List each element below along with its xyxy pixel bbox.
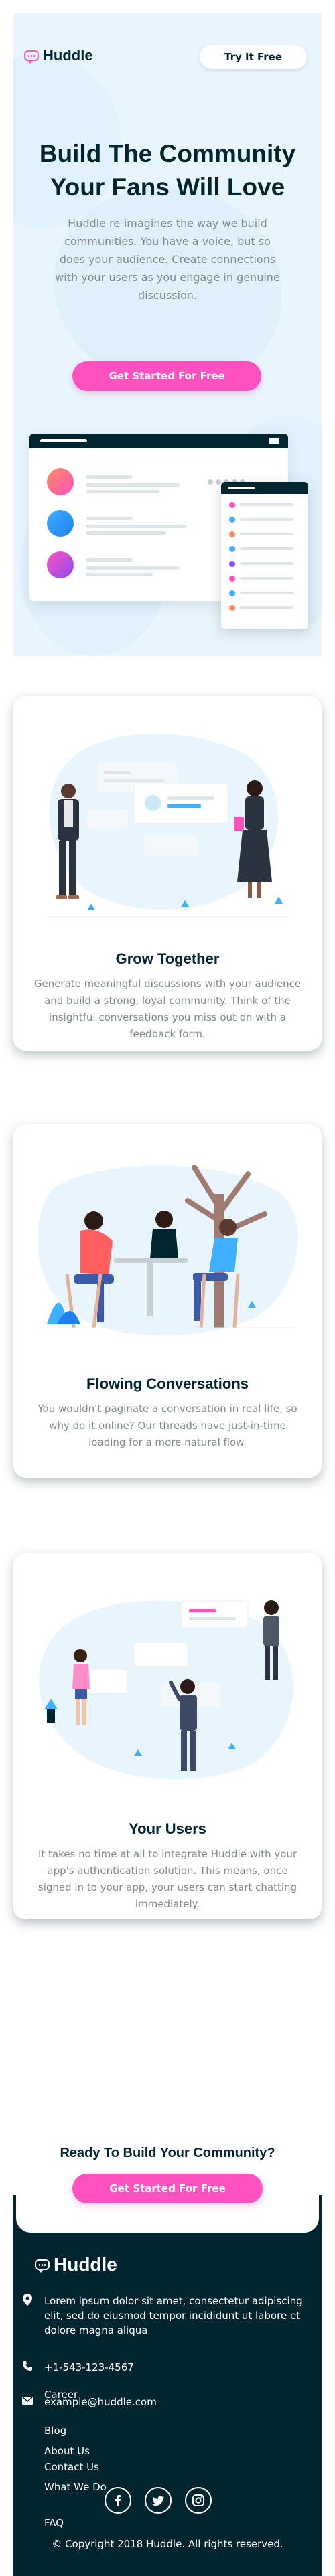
try-it-free-button[interactable]: Try It Free: [200, 45, 307, 69]
feature-title: Flowing Conversations: [86, 1375, 249, 1392]
feature-title: Your Users: [129, 1820, 206, 1837]
hero-section: Huddle Try It Free Build The Community Y…: [13, 13, 322, 656]
logo-text: Huddle: [43, 47, 93, 64]
your-users-illustration: [38, 1600, 293, 1780]
hero-get-started-button[interactable]: Get Started For Free: [72, 361, 261, 391]
feature-card-flowing-conversations: Flowing Conversations You wouldn't pagin…: [13, 1124, 322, 1478]
footer-lower: Career Blog Contact Us © Copyright 2018 …: [13, 2233, 322, 2576]
feature-card-your-users: Your Users It takes no time at all to in…: [13, 1553, 322, 1919]
hero-title: Build The Community Your Fans Will Love: [39, 140, 296, 201]
cta-title: Ready To Build Your Community?: [60, 2146, 275, 2160]
feature-description: Generate meaningful discussions with you…: [34, 978, 302, 1040]
header-logo[interactable]: Huddle: [24, 47, 93, 64]
grow-together-illustration: [47, 734, 288, 918]
feature-description: You wouldn't paginate a conversation in …: [38, 1403, 297, 1448]
feature-card-grow-together: Grow Together Generate meaningful discus…: [13, 696, 322, 1051]
chat-bubble-icon: [24, 50, 39, 64]
footer-link-contact-us[interactable]: Contact Us: [44, 2461, 99, 2473]
feature-title: Grow Together: [115, 950, 220, 967]
footer-link-blog[interactable]: Blog: [44, 2425, 66, 2437]
hero-description: Huddle re-imagines the way we build comm…: [55, 217, 280, 302]
footer-link-career[interactable]: Career: [44, 2389, 78, 2401]
app-mockup-sidebar: [221, 482, 308, 629]
instagram-icon[interactable]: [185, 2487, 212, 2514]
twitter-icon[interactable]: [145, 2487, 172, 2514]
copyright-text: © Copyright 2018 Huddle. All rights rese…: [52, 2538, 283, 2550]
social-links: [105, 2487, 212, 2514]
feature-description: It takes no time at all to integrate Hud…: [38, 1848, 297, 1910]
facebook-icon[interactable]: [105, 2487, 131, 2514]
cta-get-started-button[interactable]: Get Started For Free: [72, 2174, 263, 2203]
flowing-conversations-illustration: [37, 1165, 298, 1336]
